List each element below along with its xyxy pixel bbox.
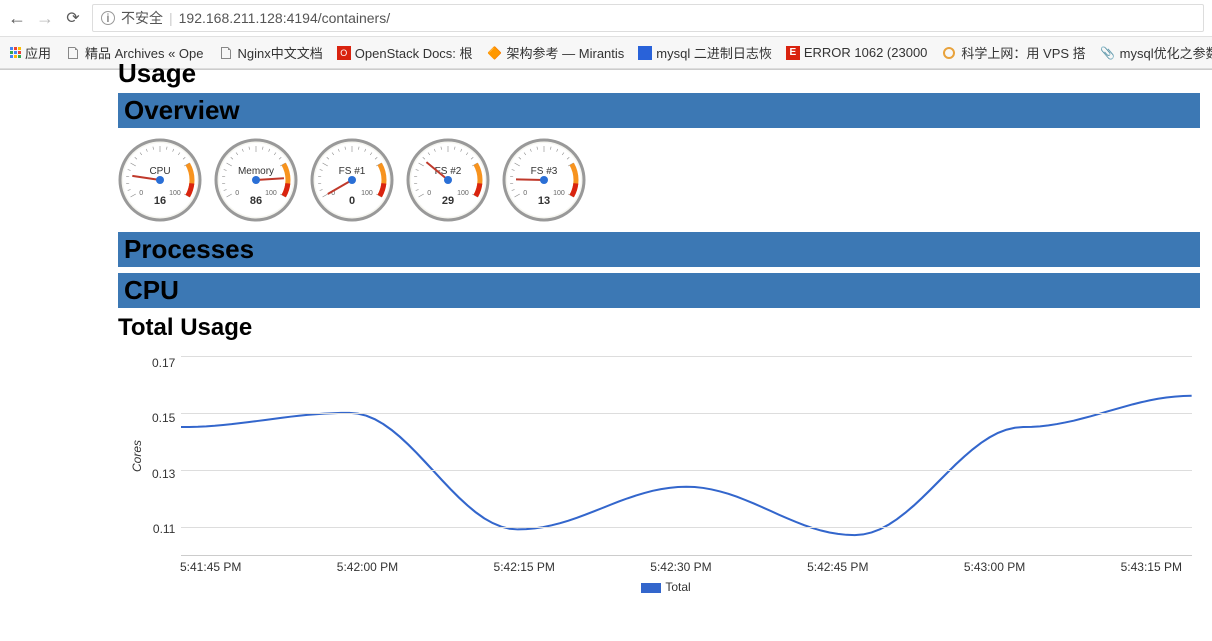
svg-text:CPU: CPU xyxy=(149,166,170,177)
svg-text:0: 0 xyxy=(523,190,527,197)
gauge-fs-2: 0 100 FS #2 29 xyxy=(406,138,490,222)
svg-text:100: 100 xyxy=(457,190,469,197)
processes-heading[interactable]: Processes xyxy=(118,232,1200,267)
reload-button[interactable]: ⟳ xyxy=(64,9,82,27)
total-usage-heading: Total Usage xyxy=(0,308,1212,346)
nav-row: ← → ⟳ i 不安全 | 192.168.211.128:4194/conta… xyxy=(0,0,1212,37)
svg-text:100: 100 xyxy=(265,190,277,197)
gauges-row: 0 100 CPU 16 0 100 Memory 86 0 100 FS #1… xyxy=(0,128,1212,232)
chart-xaxis: 5:41:45 PM5:42:00 PM5:42:15 PM5:42:30 PM… xyxy=(180,556,1182,574)
svg-text:100: 100 xyxy=(361,190,373,197)
gauge-cpu: 0 100 CPU 16 xyxy=(118,138,202,222)
svg-text:0: 0 xyxy=(139,190,143,197)
svg-text:16: 16 xyxy=(154,195,166,207)
pin-icon: 📎 xyxy=(1100,45,1116,61)
openstack-icon: O xyxy=(337,46,351,60)
forward-button[interactable]: → xyxy=(36,9,54,27)
svg-text:29: 29 xyxy=(442,195,454,207)
chart-svg xyxy=(181,356,1192,555)
gauge-memory: 0 100 Memory 86 xyxy=(214,138,298,222)
svg-text:100: 100 xyxy=(169,190,181,197)
svg-text:FS #3: FS #3 xyxy=(531,166,558,177)
svg-text:Memory: Memory xyxy=(238,166,274,177)
back-button[interactable]: ← xyxy=(8,9,26,27)
gauge-fs-1: 0 100 FS #1 0 xyxy=(310,138,394,222)
file-icon xyxy=(218,45,234,61)
gauge-fs-3: 0 100 FS #3 13 xyxy=(502,138,586,222)
bookmark-item[interactable]: 科学上网：用 VPS 搭 xyxy=(941,43,1085,62)
apps-icon xyxy=(10,47,21,58)
bookmark-item[interactable]: Nginx中文文档 xyxy=(218,43,323,62)
chart-ylabel: Cores xyxy=(130,440,144,472)
file-icon xyxy=(65,45,81,61)
bookmark-item[interactable]: OOpenStack Docs: 根 xyxy=(337,43,473,62)
usage-heading-cut: Usage xyxy=(0,58,1212,93)
chart-area: Cores 0.170.150.130.11 xyxy=(0,346,1212,556)
ring-icon xyxy=(941,45,957,61)
apps-button[interactable]: 应用 xyxy=(10,43,51,62)
bookmark-item[interactable]: EERROR 1062 (23000 xyxy=(786,45,928,60)
mirantis-icon: 🔶 xyxy=(487,45,503,61)
mysql-icon xyxy=(638,46,652,60)
separator: | xyxy=(169,10,173,26)
svg-text:0: 0 xyxy=(349,195,355,207)
bookmark-item[interactable]: 🔶架构参考 — Mirantis xyxy=(487,43,625,62)
overview-heading[interactable]: Overview xyxy=(118,93,1200,128)
info-icon: i xyxy=(101,11,115,25)
cpu-heading[interactable]: CPU xyxy=(118,273,1200,308)
page-content: Usage Overview 0 100 CPU 16 0 100 Memory… xyxy=(0,58,1212,600)
security-label: 不安全 xyxy=(121,8,163,28)
svg-text:FS #1: FS #1 xyxy=(339,166,366,177)
chart-yaxis: 0.170.150.130.11 xyxy=(152,356,181,556)
svg-text:86: 86 xyxy=(250,195,262,207)
address-bar[interactable]: i 不安全 | 192.168.211.128:4194/containers/ xyxy=(92,4,1204,32)
svg-text:13: 13 xyxy=(538,195,550,207)
legend-swatch xyxy=(641,583,661,593)
url-text: 192.168.211.128:4194/containers/ xyxy=(179,10,390,26)
svg-text:0: 0 xyxy=(235,190,239,197)
error-icon: E xyxy=(786,46,800,60)
bookmark-item[interactable]: 📎mysql优化之参数优 xyxy=(1100,43,1212,62)
chart-legend: Total xyxy=(120,574,1212,600)
svg-text:0: 0 xyxy=(427,190,431,197)
bookmark-item[interactable]: mysql 二进制日志恢 xyxy=(638,43,772,62)
svg-text:100: 100 xyxy=(553,190,565,197)
chart-plot xyxy=(181,356,1192,556)
